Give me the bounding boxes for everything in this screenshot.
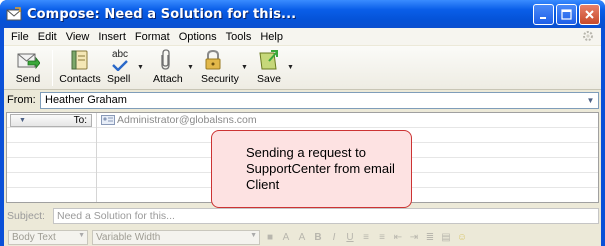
spell-check-icon: abc	[107, 49, 133, 71]
security-button[interactable]: Security ▼	[193, 46, 248, 90]
font-size-decrease-icon[interactable]: A	[280, 232, 292, 243]
menu-bar: File Edit View Insert Format Options Too…	[4, 28, 601, 45]
font-select[interactable]: Variable Width ▼	[92, 229, 260, 245]
spell-dropdown-arrow-icon[interactable]: ▼	[137, 64, 144, 71]
text-color-icon[interactable]: ■	[264, 232, 276, 243]
paragraph-format-select[interactable]: Body Text ▼	[8, 229, 88, 245]
recipient-type-select[interactable]: ▼ To:	[10, 114, 92, 127]
italic-icon[interactable]: I	[328, 232, 340, 243]
spell-icon-text: abc	[111, 48, 129, 60]
bullet-list-icon[interactable]: ≡	[360, 232, 372, 243]
recipient-type-dropdown-icon: ▼	[19, 117, 26, 124]
recipient-address: Administrator@globalsns.com	[117, 114, 257, 126]
attach-label: Attach	[153, 73, 183, 85]
contacts-button[interactable]: Contacts	[59, 46, 101, 90]
save-button[interactable]: Save ▼	[247, 46, 294, 90]
subject-row: Subject: Need a Solution for this...	[4, 206, 601, 226]
lock-icon	[201, 49, 225, 71]
menu-format[interactable]: Format	[132, 31, 176, 43]
minimize-icon	[539, 16, 546, 19]
address-book-icon	[68, 49, 92, 71]
from-label: From:	[7, 94, 36, 106]
chevron-down-icon: ▼	[250, 231, 257, 239]
title-bar[interactable]: Compose: Need a Solution for this...	[0, 0, 605, 28]
font-size-increase-icon[interactable]: A	[296, 232, 308, 243]
menu-insert[interactable]: Insert	[95, 31, 132, 43]
save-dropdown-arrow-icon[interactable]: ▼	[287, 64, 294, 71]
format-toolbar: Body Text ▼ Variable Width ▼ ■ A A B I U…	[4, 228, 601, 246]
save-label: Save	[257, 73, 281, 85]
spell-label: Spell	[107, 73, 131, 85]
send-button[interactable]: Send	[10, 46, 46, 90]
menu-help[interactable]: Help	[257, 31, 289, 43]
minimize-button[interactable]	[533, 4, 554, 25]
subject-label: Subject:	[7, 210, 45, 222]
paperclip-icon	[153, 49, 177, 71]
close-button[interactable]	[579, 4, 600, 25]
numbered-list-icon[interactable]: ≡	[376, 232, 388, 243]
spell-button[interactable]: abc Spell ▼	[101, 46, 145, 90]
window-title: Compose: Need a Solution for this...	[27, 6, 297, 22]
attach-button[interactable]: Attach ▼	[145, 46, 194, 90]
recipient-column-divider	[96, 113, 97, 202]
from-select[interactable]: Heather Graham ▼	[40, 92, 599, 109]
recipient-type-label: To:	[73, 115, 87, 126]
chevron-down-icon: ▼	[78, 231, 85, 239]
font-value: Variable Width	[96, 231, 161, 243]
close-icon	[585, 10, 594, 19]
menu-view[interactable]: View	[63, 31, 96, 43]
menu-options[interactable]: Options	[176, 31, 223, 43]
underline-icon[interactable]: U	[344, 232, 356, 243]
throbber-gear-icon	[581, 29, 595, 46]
compose-window: Compose: Need a Solution for this... Fil…	[0, 0, 605, 246]
contact-card-icon	[101, 115, 115, 125]
save-icon	[257, 49, 281, 71]
menu-edit[interactable]: Edit	[35, 31, 63, 43]
annotation-callout: Sending a request to SupportCenter from …	[211, 130, 412, 208]
menu-file[interactable]: File	[8, 31, 35, 43]
maximize-button[interactable]	[556, 4, 577, 25]
recipient-address-field[interactable]: Administrator@globalsns.com	[101, 114, 257, 126]
compose-toolbar: Send Contacts abc Spell ▼ Attach ▼ Secur…	[4, 46, 601, 90]
menu-tools[interactable]: Tools	[223, 31, 258, 43]
align-icon[interactable]: ≣	[424, 232, 436, 243]
chevron-down-icon[interactable]: ▼	[583, 93, 598, 108]
contacts-label: Contacts	[59, 73, 101, 85]
send-label: Send	[15, 73, 41, 85]
maximize-icon	[561, 9, 572, 20]
smiley-icon[interactable]: ☺	[456, 232, 468, 243]
bold-icon[interactable]: B	[312, 232, 324, 243]
from-row: From: Heather Graham ▼	[4, 90, 601, 110]
outdent-icon[interactable]: ⇤	[392, 232, 404, 243]
callout-text: Sending a request to SupportCenter from …	[246, 145, 395, 192]
indent-icon[interactable]: ⇥	[408, 232, 420, 243]
toolbar-separator	[52, 50, 53, 86]
from-value: Heather Graham	[45, 94, 127, 106]
paragraph-format-value: Body Text	[12, 231, 56, 243]
subject-input[interactable]: Need a Solution for this...	[53, 208, 599, 224]
insert-icon[interactable]: ▤	[440, 232, 452, 243]
compose-envelope-icon	[6, 6, 22, 22]
send-icon	[16, 49, 40, 71]
security-label: Security	[201, 73, 239, 85]
